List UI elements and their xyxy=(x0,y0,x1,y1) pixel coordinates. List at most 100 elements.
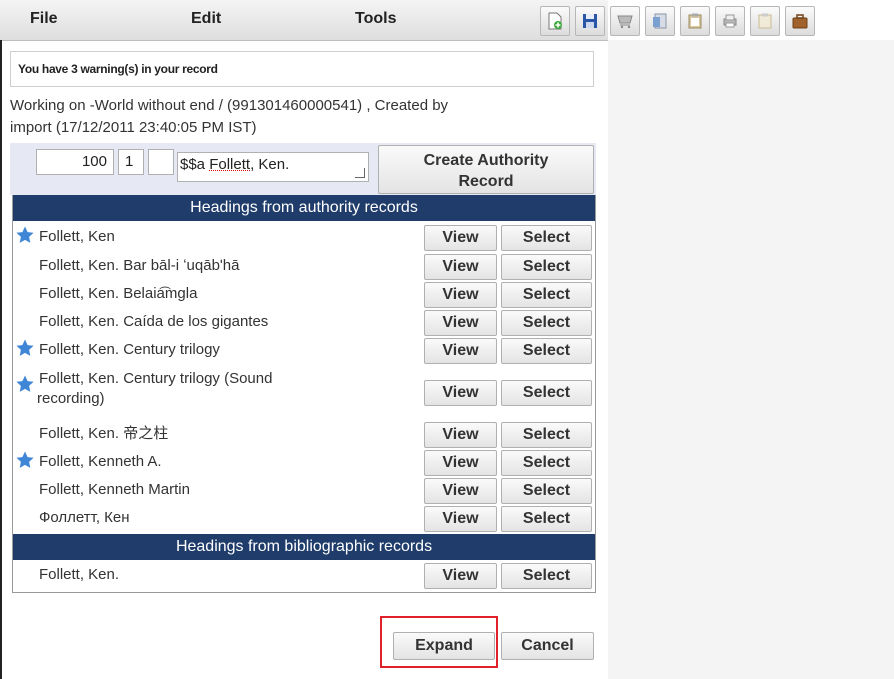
heading-text-continued: recording) xyxy=(37,390,105,407)
authority-row: Follett, Ken View Select xyxy=(13,223,595,251)
view-button[interactable]: View xyxy=(424,380,497,406)
document-icon xyxy=(653,13,667,29)
heading-text: Follett, Ken. 帝之柱 xyxy=(39,425,169,442)
authority-heading-label: Follett, Ken. 帝之柱 xyxy=(39,424,419,444)
record-info-line1: Working on -World without end / (9913014… xyxy=(10,97,449,114)
resize-handle-icon[interactable] xyxy=(355,168,365,178)
dialog-left-border xyxy=(0,40,9,679)
heading-text: Follett, Kenneth A. xyxy=(39,453,162,470)
view-button[interactable]: View xyxy=(424,225,497,251)
subfield-prefix: $$a xyxy=(180,156,210,173)
view-button[interactable]: View xyxy=(424,563,497,589)
authority-row: Follett, Ken. Caída de los gigantes View S… xyxy=(13,308,595,336)
view-button[interactable]: View xyxy=(424,506,497,532)
menu-file[interactable]: File xyxy=(30,10,58,28)
authority-heading-label: Follett, Ken xyxy=(39,227,419,247)
select-button[interactable]: Select xyxy=(501,478,592,504)
heading-text: Follett, Ken. Belaia͡mgla xyxy=(39,285,198,302)
authority-heading-label: Follett, Ken. Caída de los gigantes xyxy=(39,312,419,332)
authority-row: Follett, Kenneth Martin View Select xyxy=(13,476,595,504)
authority-row: Follett, Ken. Century trilogy View Select xyxy=(13,336,595,364)
toolbar xyxy=(540,6,815,36)
subfield-text: Follett xyxy=(209,156,251,173)
save-button[interactable] xyxy=(575,6,605,36)
view-button[interactable]: View xyxy=(424,422,497,448)
authority-row: Follett, Ken. 帝之柱 View Select xyxy=(13,420,595,448)
briefcase-icon xyxy=(792,14,808,29)
star-icon xyxy=(15,450,35,470)
briefcase-button[interactable] xyxy=(785,6,815,36)
view-button[interactable]: View xyxy=(424,450,497,476)
create-authority-line1: Create Authority xyxy=(423,152,549,169)
authority-row: Фоллетт, Кен View Select xyxy=(13,504,595,532)
authority-heading-label: Follett, Kenneth Martin xyxy=(39,480,419,500)
record-info-line2: import (17/12/2011 23:40:05 PM IST) xyxy=(10,119,257,136)
select-button[interactable]: Select xyxy=(501,282,592,308)
record-info: Working on -World without end / (9913014… xyxy=(10,95,602,139)
star-icon xyxy=(15,225,35,245)
authority-row: Follett, Kenneth A. View Select xyxy=(13,448,595,476)
headings-list: Headings from authority records Follett,… xyxy=(12,195,596,593)
subfield-textarea[interactable]: $$a Follett, Ken. xyxy=(177,152,369,182)
cart-icon xyxy=(617,15,633,29)
heading-text: Follett, Ken. Century trilogy (Sound xyxy=(39,370,273,387)
menu-bar: File Edit Tools xyxy=(0,0,608,41)
authority-heading-label: Follett, Ken. Bar bāl-i ʻuqābʹhā xyxy=(39,256,419,276)
view-button[interactable]: View xyxy=(424,254,497,280)
heading-text: Follett, Ken xyxy=(39,228,115,245)
menu-tools[interactable]: Tools xyxy=(355,10,396,28)
authority-heading-label: Follett, Kenneth A. xyxy=(39,452,419,472)
cancel-button[interactable]: Cancel xyxy=(501,632,594,660)
select-button[interactable]: Select xyxy=(501,422,592,448)
side-panel xyxy=(608,40,894,679)
select-button[interactable]: Select xyxy=(501,225,592,251)
authority-heading-label: Follett, Ken. Belaia͡mgla xyxy=(39,284,419,304)
create-authority-record-button[interactable]: Create Authority Record xyxy=(378,145,594,194)
highlight-box xyxy=(380,616,498,668)
menu-edit[interactable]: Edit xyxy=(191,10,221,28)
select-button[interactable]: Select xyxy=(501,310,592,336)
indicator2-field[interactable] xyxy=(148,149,174,175)
create-authority-line2: Record xyxy=(458,173,514,190)
star-icon xyxy=(15,374,35,394)
bibliographic-section-header: Headings from bibliographic records xyxy=(13,534,595,560)
heading-text: Follett, Ken. Century trilogy xyxy=(39,341,220,358)
indicator1-field[interactable]: 1 xyxy=(118,149,144,175)
new-record-icon xyxy=(548,12,562,30)
warning-message: You have 3 warning(s) in your record xyxy=(10,51,594,87)
cart-button[interactable] xyxy=(610,6,640,36)
select-button[interactable]: Select xyxy=(501,506,592,532)
authority-heading-label: Фоллетт, Кен xyxy=(39,508,419,528)
subfield-rest: , Ken. xyxy=(250,156,290,173)
view-button[interactable]: View xyxy=(424,282,497,308)
clipboard-button[interactable] xyxy=(680,6,710,36)
heading-text: Фоллетт, Кен xyxy=(39,509,130,526)
blank-clipboard-icon xyxy=(758,13,772,29)
tag-field[interactable]: 100 xyxy=(36,149,114,175)
view-button[interactable]: View xyxy=(424,310,497,336)
heading-text: Follett, Kenneth Martin xyxy=(39,481,190,498)
select-button[interactable]: Select xyxy=(501,450,592,476)
select-button[interactable]: Select xyxy=(501,338,592,364)
blank-clipboard-button[interactable] xyxy=(750,6,780,36)
star-icon xyxy=(15,338,35,358)
document-button[interactable] xyxy=(645,6,675,36)
clipboard-icon xyxy=(688,13,702,29)
select-button[interactable]: Select xyxy=(501,380,592,406)
view-button[interactable]: View xyxy=(424,338,497,364)
authority-heading-label: Follett, Ken. Century trilogy (Sound reco… xyxy=(37,369,419,409)
authority-row: Follett, Ken. Bar bāl-i ʻuqābʹhā View Sele… xyxy=(13,252,595,280)
new-record-button[interactable] xyxy=(540,6,570,36)
authority-section-header: Headings from authority records xyxy=(13,195,595,221)
heading-text: Follett, Ken. xyxy=(39,566,120,583)
view-button[interactable]: View xyxy=(424,478,497,504)
bibliographic-heading-label: Follett, Ken. xyxy=(39,565,419,585)
authority-row: Follett, Ken. Belaia͡mgla View Select xyxy=(13,280,595,308)
authority-row: Follett, Ken. Century trilogy (Sound reco… xyxy=(13,364,595,420)
select-button[interactable]: Select xyxy=(501,563,592,589)
select-button[interactable]: Select xyxy=(501,254,592,280)
bibliographic-row: Follett, Ken. View Select xyxy=(13,561,595,589)
print-button[interactable] xyxy=(715,6,745,36)
authority-heading-label: Follett, Ken. Century trilogy xyxy=(39,340,419,360)
heading-text: Follett, Ken. Bar bāl-i ʻuqābʹhā xyxy=(39,257,240,274)
